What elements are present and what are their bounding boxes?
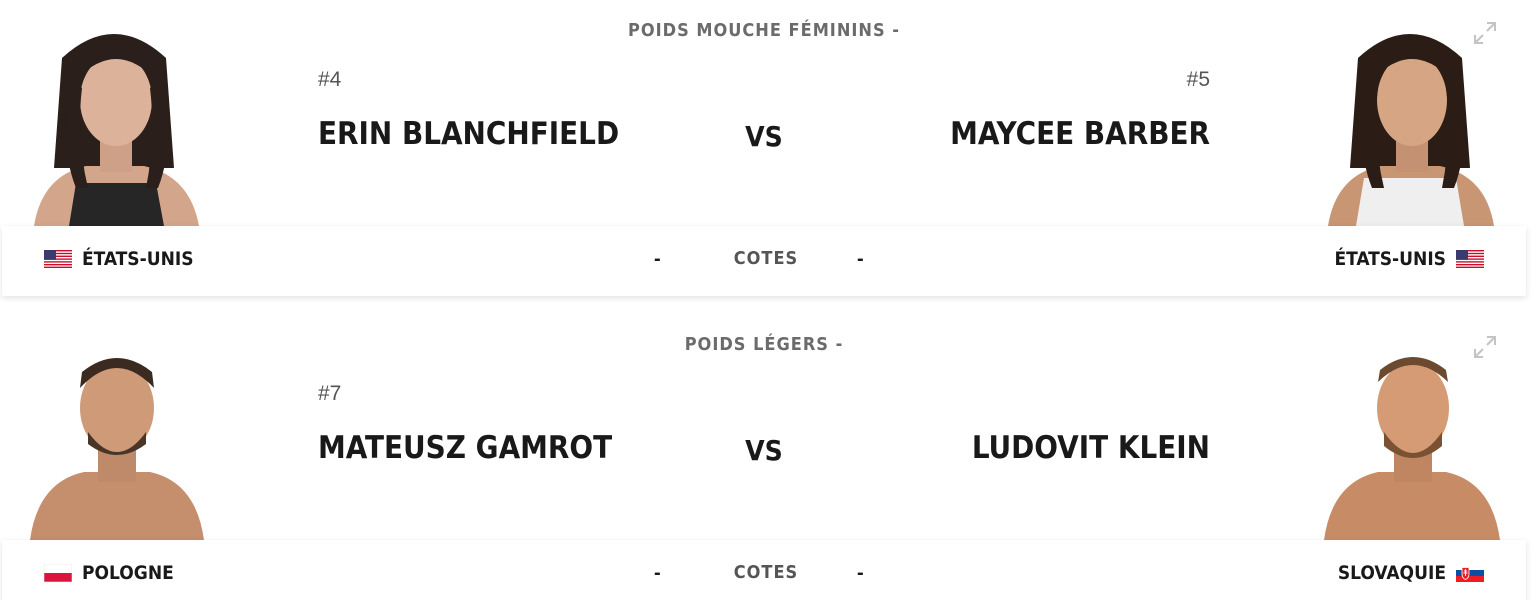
odds-value-red: - xyxy=(654,562,661,584)
vs-label: VS xyxy=(745,120,783,153)
odds-label: COTES xyxy=(733,562,799,583)
fight-card: POIDS LÉGERS - #7 MATEUSZ GAMROT VS LUDO… xyxy=(0,314,1536,600)
fighter-country-blue: SLOVAQUIE xyxy=(1338,562,1484,584)
fight-details-bar: ÉTATS-UNIS - COTES - ÉTATS-UNIS xyxy=(2,226,1526,296)
fighter-name-blue[interactable]: LUDOVIT KLEIN xyxy=(900,430,1210,466)
fight-details-bar: POLOGNE - COTES - SLOVAQUIE xyxy=(2,540,1526,600)
poland-flag-icon xyxy=(44,564,72,582)
fighter-rank-red: #4 xyxy=(318,68,342,91)
fighter-name-red[interactable]: MATEUSZ GAMROT xyxy=(318,430,612,466)
odds-label: COTES xyxy=(733,248,799,269)
odds-value-red: - xyxy=(654,248,661,270)
fighter-country-red: ÉTATS-UNIS xyxy=(44,248,194,270)
fighter-rank-blue: #5 xyxy=(1186,68,1210,91)
fighter-country-blue: ÉTATS-UNIS xyxy=(1334,248,1484,270)
fighter-photo-blue[interactable] xyxy=(1318,332,1503,540)
fighter-name-blue[interactable]: MAYCEE BARBER xyxy=(900,116,1210,152)
slovakia-flag-icon xyxy=(1456,564,1484,582)
fighter-rank-red: #7 xyxy=(318,382,342,405)
odds-value-blue: - xyxy=(857,562,864,584)
vs-label: VS xyxy=(745,434,783,467)
fighter-photo-red[interactable] xyxy=(24,332,209,540)
fighter-photo-red[interactable] xyxy=(24,18,209,226)
country-label: POLOGNE xyxy=(82,562,174,584)
usa-flag-icon xyxy=(1456,250,1484,268)
country-label: ÉTATS-UNIS xyxy=(82,248,194,270)
odds-value-blue: - xyxy=(857,248,864,270)
weight-class-label: POIDS MOUCHE FÉMININS - xyxy=(628,20,900,41)
fighter-photo-blue[interactable] xyxy=(1318,18,1503,226)
weight-class-label: POIDS LÉGERS - xyxy=(684,334,844,355)
fight-card: POIDS MOUCHE FÉMININS - #4 ERIN BLANCHFI… xyxy=(0,0,1536,314)
fighter-name-red[interactable]: ERIN BLANCHFIELD xyxy=(318,116,619,152)
country-label: SLOVAQUIE xyxy=(1337,562,1446,584)
country-label: ÉTATS-UNIS xyxy=(1334,248,1446,270)
fighter-country-red: POLOGNE xyxy=(44,562,174,584)
usa-flag-icon xyxy=(44,250,72,268)
